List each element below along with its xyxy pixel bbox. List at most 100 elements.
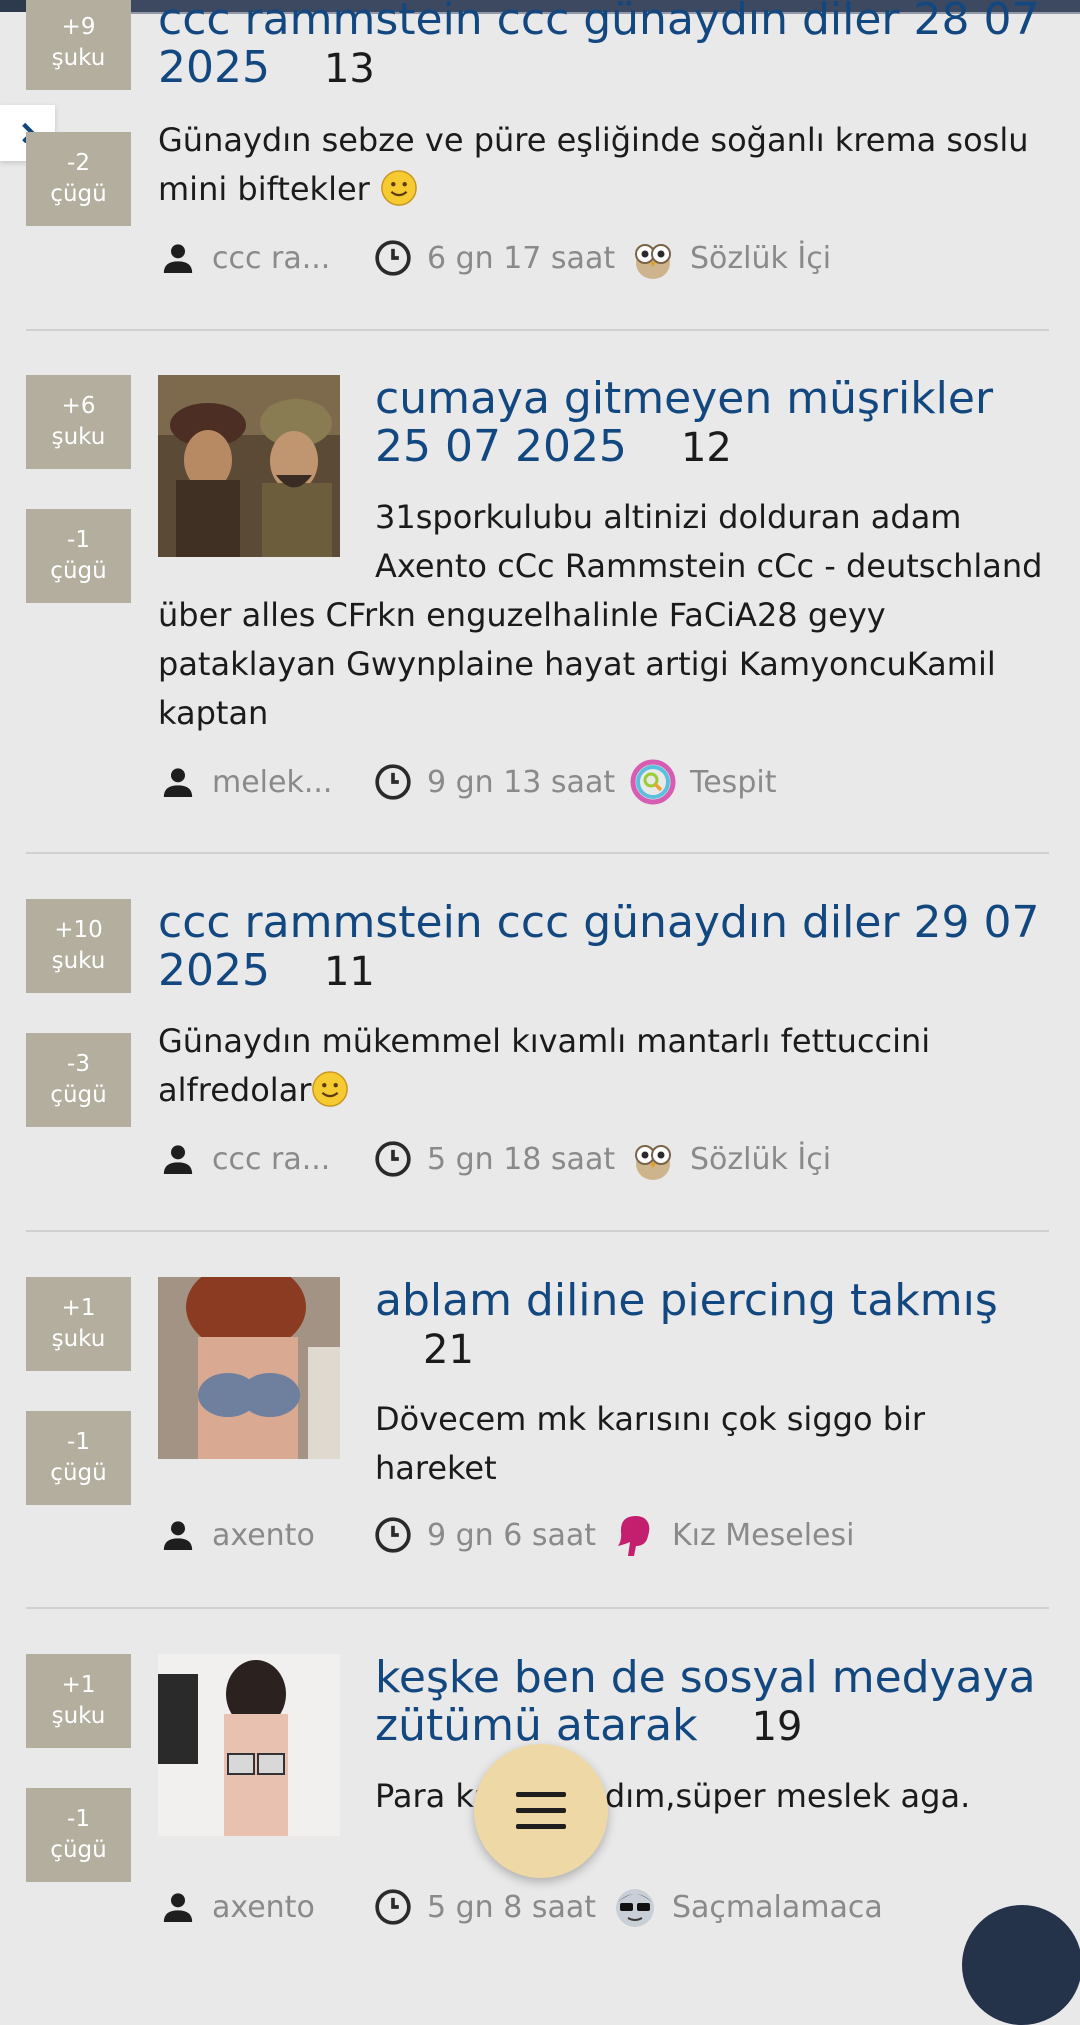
post-excerpt-line: Dövecem mk karısını çok siggo bir	[375, 1400, 926, 1438]
category-link[interactable]: Tespit	[630, 757, 776, 807]
author-link[interactable]: melek...	[158, 757, 332, 807]
post-excerpt-line: über alles CFrkn enguzelhalinle FaCiA28 …	[158, 596, 886, 634]
author-name: axento	[212, 1889, 315, 1925]
post-thumbnail[interactable]	[158, 1654, 340, 1836]
smiley-emoji-icon	[312, 1071, 349, 1107]
upvote-button[interactable]: +1 şuku	[26, 1277, 131, 1371]
post-divider	[26, 852, 1049, 854]
upvote-count: +1	[61, 1672, 96, 1698]
post-title: ccc rammstein ccc günaydın diler 28 07 2…	[158, 0, 1040, 93]
post-divider	[26, 1230, 1049, 1232]
author-link[interactable]: axento	[158, 1882, 315, 1932]
category-link[interactable]: Sözlük İçi	[630, 233, 831, 283]
post-excerpt-line: 31sporkulubu altinizi dolduran adam	[375, 498, 962, 536]
comment-count: 13	[323, 46, 375, 92]
post-divider	[26, 1607, 1049, 1609]
upvote-label: şuku	[51, 948, 106, 974]
timestamp: 6 gn 17 saat	[373, 233, 615, 283]
downvote-label: çügü	[50, 181, 107, 207]
post-title: ablam diline piercing takmış	[375, 1275, 998, 1326]
post-title-link[interactable]: ccc rammstein ccc günaydın diler 29 07 2…	[158, 899, 1058, 996]
post-meta: melek... 9 gn 13 saat Tespit	[158, 757, 1048, 807]
downvote-label: çügü	[50, 1460, 107, 1486]
owl-icon	[635, 1145, 671, 1180]
category-link[interactable]: Saçmalamaca	[612, 1882, 883, 1932]
comment-count: 12	[680, 425, 732, 471]
post-title-link[interactable]: ccc rammstein ccc günaydın diler 28 07 2…	[158, 0, 1048, 93]
timestamp: 5 gn 8 saat	[373, 1882, 596, 1932]
post-excerpt: 31sporkulubu altinizi dolduran adam Axen…	[375, 493, 1055, 591]
clock-icon	[375, 764, 411, 800]
category-name: Tespit	[690, 764, 777, 800]
post-meta: axento 5 gn 8 saat Saçmalamaca	[158, 1882, 1048, 1932]
smiley-emoji-icon	[381, 170, 417, 206]
menu-fab-button[interactable]	[474, 1744, 608, 1878]
comment-count: 11	[323, 949, 375, 995]
clock-icon	[375, 1517, 411, 1553]
category-name: Sözlük İçi	[690, 240, 832, 276]
category-link[interactable]: Kız Meselesi	[612, 1510, 854, 1560]
post-title-line: cumaya gitmeyen müşrikler	[375, 373, 994, 424]
downvote-button[interactable]: -1 çügü	[26, 1788, 131, 1882]
post-thumbnail[interactable]	[158, 375, 340, 557]
post-divider	[26, 329, 1049, 331]
author-name: ccc ra...	[212, 240, 331, 276]
category-link[interactable]: Sözlük İçi	[630, 1134, 831, 1184]
post-excerpt: Dövecem mk karısını çok siggo bir hareke…	[375, 1395, 1055, 1493]
downvote-count: -1	[67, 1429, 90, 1455]
post-title-link[interactable]: keşke ben de sosyal medyaya zütümü atara…	[375, 1654, 1065, 1751]
user-icon	[163, 768, 193, 797]
author-link[interactable]: ccc ra...	[158, 233, 330, 283]
post-meta: ccc ra... 6 gn 17 saat Sözlük İçi	[158, 233, 1048, 283]
upvote-button[interactable]: +1 şuku	[26, 1654, 131, 1748]
timestamp-text: 5 gn 18 saat	[427, 1141, 616, 1177]
author-link[interactable]: axento	[158, 1510, 315, 1560]
post-title-line: 25 07 2025	[375, 421, 627, 472]
owl-icon	[635, 244, 671, 279]
comment-count: 21	[423, 1327, 474, 1373]
downvote-button[interactable]: -1 çügü	[26, 509, 131, 603]
user-icon	[163, 1521, 193, 1550]
timestamp: 5 gn 18 saat	[373, 1134, 615, 1184]
category-name: Kız Meselesi	[672, 1517, 855, 1553]
woman-silhouette-icon	[618, 1516, 650, 1556]
downvote-label: çügü	[50, 558, 107, 584]
post-excerpt-line: Axento cCc Rammstein cCc - deutschland	[375, 547, 1043, 585]
downvote-label: çügü	[50, 1082, 107, 1108]
timestamp-text: 6 gn 17 saat	[427, 240, 616, 276]
menu-icon	[516, 1792, 566, 1829]
upvote-label: şuku	[51, 424, 106, 450]
downvote-button[interactable]: -1 çügü	[26, 1411, 131, 1505]
downvote-button[interactable]: -3 çügü	[26, 1033, 131, 1127]
upvote-count: +9	[61, 14, 96, 40]
category-name: Saçmalamaca	[672, 1889, 883, 1925]
downvote-count: -1	[67, 527, 90, 553]
upvote-count: +10	[54, 917, 103, 943]
post-title-link[interactable]: cumaya gitmeyen müşrikler 25 07 2025 12	[375, 375, 1065, 472]
post-excerpt-line: hareket	[375, 1449, 497, 1487]
post-title-line: keşke ben de sosyal medyaya	[375, 1652, 1036, 1703]
user-icon	[163, 1893, 193, 1922]
post-title-link[interactable]: ablam diline piercing takmış 21	[375, 1277, 1065, 1374]
author-link[interactable]: ccc ra...	[158, 1134, 330, 1184]
downvote-count: -3	[67, 1051, 90, 1077]
timestamp: 9 gn 13 saat	[373, 757, 615, 807]
author-name: axento	[212, 1517, 315, 1553]
user-icon	[163, 1145, 193, 1174]
magnifier-icon	[630, 759, 676, 805]
post-excerpt-line: kaptan	[158, 694, 269, 732]
upvote-label: şuku	[51, 1703, 106, 1729]
upvote-button[interactable]: +9 şuku	[26, 0, 131, 90]
post-meta: ccc ra... 5 gn 18 saat Sözlük İçi	[158, 1134, 1048, 1184]
scroll-top-button[interactable]	[962, 1905, 1080, 2025]
comment-count: 19	[751, 1704, 803, 1750]
post-thumbnail[interactable]	[158, 1277, 340, 1459]
downvote-button[interactable]: -2 çügü	[26, 132, 131, 226]
post-title-line: ccc rammstein ccc günaydın diler 29 07	[158, 897, 1040, 948]
upvote-button[interactable]: +6 şuku	[26, 375, 131, 469]
upvote-label: şuku	[51, 1326, 106, 1352]
clock-icon	[375, 1889, 411, 1925]
upvote-button[interactable]: +10 şuku	[26, 899, 131, 993]
clock-icon	[375, 240, 411, 276]
post-excerpt: über alles CFrkn enguzelhalinle FaCiA28 …	[158, 591, 1058, 738]
